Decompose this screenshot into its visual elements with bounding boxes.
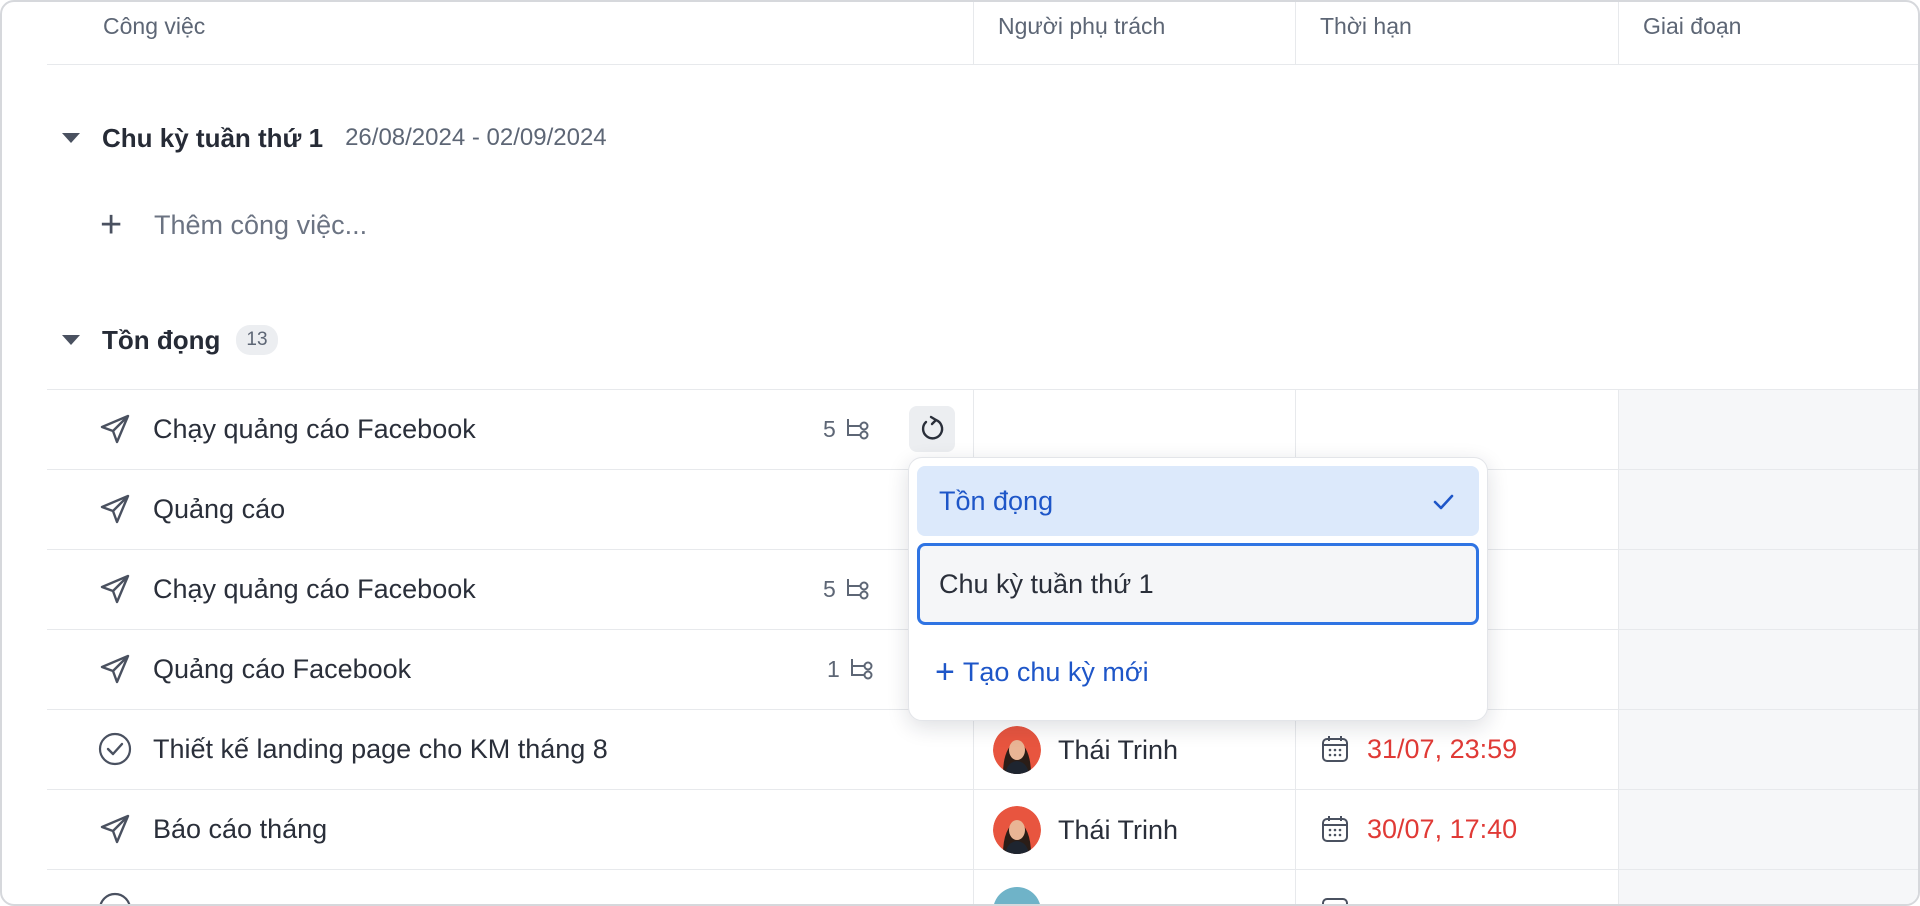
cycle-option-label: Tồn đọng: [939, 485, 1054, 516]
send-icon: [100, 494, 130, 524]
calendar-icon: [1322, 898, 1348, 904]
send-icon: [100, 654, 130, 684]
subtask-icon: [846, 419, 869, 440]
table-row[interactable]: Thiết kế landing page cho KM tháng 8 Thá…: [47, 709, 1918, 789]
column-header-assignee[interactable]: Người phụ trách: [998, 11, 1165, 41]
assignee-name: Thái Trinh: [1058, 734, 1179, 765]
subtask-count-value: 5: [823, 575, 836, 602]
group-header-cycle[interactable]: Chu kỳ tuần thứ 1 26/08/2024 - 02/09/202…: [47, 113, 607, 163]
column-divider: [1295, 2, 1296, 64]
cycle-option-backlog[interactable]: Tồn đọng: [917, 466, 1479, 536]
group-count-badge: 13: [236, 325, 278, 355]
task-name[interactable]: Quảng cáo Facebook: [153, 629, 411, 709]
subtask-count-value: 1: [827, 655, 840, 682]
cycle-option-week-1[interactable]: Chu kỳ tuần thứ 1: [917, 543, 1479, 625]
check-circle-icon[interactable]: [97, 891, 133, 906]
group-title: Tồn đọng: [102, 324, 221, 355]
subtask-count-value: 5: [823, 415, 836, 442]
avatar: [993, 726, 1041, 774]
subtask-count[interactable]: 1: [827, 653, 876, 685]
collapse-caret-icon[interactable]: [62, 335, 80, 345]
column-header-deadline[interactable]: Thời hạn: [1320, 11, 1412, 41]
cycle-dropdown: Tồn đọng Chu kỳ tuần thứ 1 + Tạo chu kỳ …: [908, 457, 1488, 721]
avatar: [993, 806, 1041, 854]
cycle-picker-button[interactable]: [909, 406, 955, 452]
column-divider: [973, 2, 974, 64]
column-divider: [1618, 2, 1619, 64]
group-date-range: 26/08/2024 - 02/09/2024: [345, 124, 607, 151]
subtask-icon: [846, 579, 869, 600]
send-icon: [100, 414, 130, 444]
due-date-cell[interactable]: 31/07, 23:59: [1319, 729, 1517, 769]
send-icon: [100, 574, 130, 604]
task-name[interactable]: Chạy quảng cáo Facebook: [153, 549, 476, 629]
task-name[interactable]: Quảng cáo: [153, 469, 285, 549]
column-header-phase[interactable]: Giai đoạn: [1643, 11, 1741, 41]
create-cycle-label: Tạo chu kỳ mới: [962, 656, 1149, 687]
calendar-icon: [1322, 816, 1348, 842]
column-header-task[interactable]: Công việc: [103, 11, 205, 41]
table-row[interactable]: Báo cáo tháng Thái Trinh 30/07, 17:40: [47, 789, 1918, 869]
task-name[interactable]: Chạy quảng cáo Facebook: [153, 389, 476, 469]
assignee-cell[interactable]: Thái Trinh: [993, 725, 1178, 775]
subtask-icon: [850, 659, 873, 680]
calendar-icon: [1322, 736, 1348, 762]
create-cycle-button[interactable]: + Tạo chu kỳ mới: [935, 650, 1149, 694]
assignee-name: Thái Trinh: [1058, 814, 1179, 845]
checkmark-icon: [1433, 494, 1454, 510]
due-date-cell[interactable]: 30/07, 17:40: [1319, 809, 1517, 849]
plus-icon: +: [935, 653, 955, 691]
group-title: Chu kỳ tuần thứ 1: [102, 122, 324, 153]
collapse-caret-icon[interactable]: [62, 133, 80, 143]
group-header-backlog[interactable]: Tồn đọng 13: [47, 315, 278, 365]
table-row[interactable]: [47, 869, 1918, 906]
task-list-view: Công việc Người phụ trách Thời hạn Giai …: [0, 0, 1920, 906]
plus-icon: +: [100, 204, 123, 246]
check-circle-icon[interactable]: [97, 731, 133, 767]
header-divider: [47, 64, 1918, 65]
cycle-icon: [921, 415, 944, 440]
add-task-button[interactable]: + Thêm công việc...: [100, 202, 367, 248]
avatar: [993, 887, 1041, 904]
due-date-text: 31/07, 23:59: [1367, 733, 1518, 764]
subtask-count[interactable]: 5: [823, 413, 872, 445]
task-name[interactable]: Báo cáo tháng: [153, 789, 327, 869]
due-date-text: 30/07, 17:40: [1367, 813, 1518, 844]
subtask-count[interactable]: 5: [823, 573, 872, 605]
send-icon: [100, 814, 130, 844]
assignee-cell[interactable]: Thái Trinh: [993, 805, 1178, 855]
cycle-option-label: Chu kỳ tuần thứ 1: [939, 568, 1154, 599]
add-task-label: Thêm công việc...: [154, 209, 368, 240]
task-name[interactable]: Thiết kế landing page cho KM tháng 8: [153, 709, 608, 789]
